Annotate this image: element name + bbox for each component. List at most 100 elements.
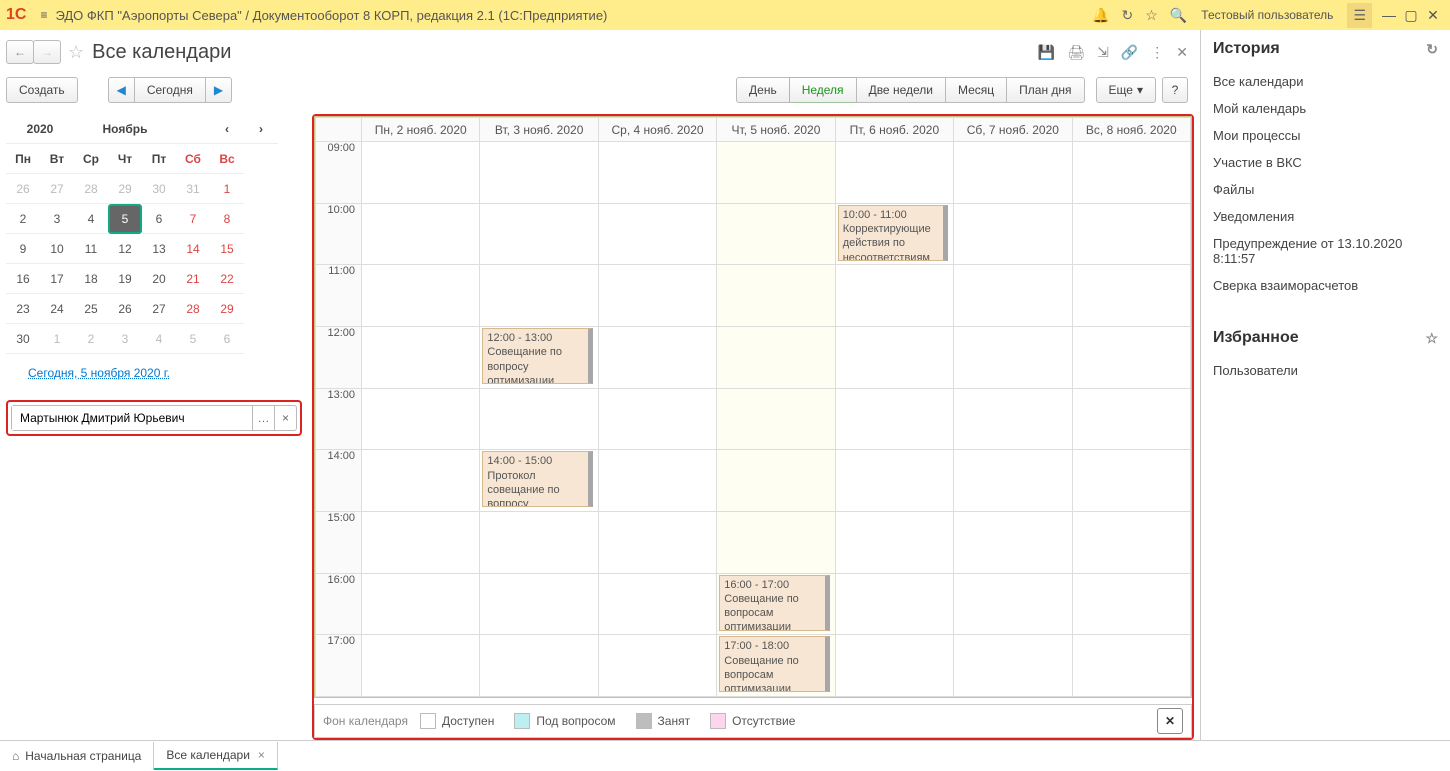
schedule-cell[interactable] — [362, 511, 480, 573]
mini-day[interactable]: 10 — [40, 234, 74, 264]
user-input[interactable] — [12, 406, 252, 430]
schedule-cell[interactable] — [362, 203, 480, 265]
schedule-cell[interactable] — [717, 511, 835, 573]
schedule-cell[interactable] — [598, 388, 716, 450]
schedule-cell[interactable] — [598, 450, 716, 512]
tab-home[interactable]: ⌂Начальная страница — [0, 742, 154, 770]
schedule-cell[interactable] — [835, 388, 953, 450]
mini-day[interactable]: 18 — [74, 264, 108, 294]
schedule-cell[interactable] — [717, 326, 835, 388]
mini-day[interactable]: 26 — [6, 174, 40, 204]
mini-day[interactable]: 29 — [108, 174, 142, 204]
schedule-cell[interactable] — [835, 142, 953, 204]
schedule-cell[interactable] — [480, 511, 598, 573]
mini-day[interactable]: 2 — [6, 204, 40, 234]
history-icon[interactable]: ↻ — [1122, 7, 1134, 24]
schedule-cell[interactable] — [954, 573, 1072, 635]
mini-day[interactable]: 28 — [74, 174, 108, 204]
mini-day[interactable]: 30 — [142, 174, 176, 204]
menu-icon[interactable]: ≡ — [40, 8, 47, 22]
history-item[interactable]: Участие в ВКС — [1213, 149, 1438, 176]
schedule-cell[interactable] — [480, 203, 598, 265]
month-selector[interactable]: Ноябрь — [74, 114, 176, 144]
mini-day[interactable]: 12 — [108, 234, 142, 264]
schedule-cell[interactable] — [1072, 203, 1190, 265]
schedule-cell[interactable] — [835, 511, 953, 573]
history-item[interactable]: Сверка взаиморасчетов — [1213, 272, 1438, 299]
calendar-event[interactable]: 10:00 - 11:00 Корректирующие действия по… — [838, 205, 948, 261]
year-selector[interactable]: 2020 — [6, 114, 74, 144]
schedule-cell[interactable] — [480, 635, 598, 697]
schedule-cell[interactable] — [362, 573, 480, 635]
day-header[interactable]: Вс, 8 нояб. 2020 — [1072, 118, 1190, 142]
link-icon[interactable]: 🔗 — [1121, 44, 1138, 61]
schedule-cell[interactable] — [835, 326, 953, 388]
view-two-weeks-button[interactable]: Две недели — [856, 77, 946, 103]
mini-day[interactable]: 14 — [176, 234, 210, 264]
mini-day[interactable]: 17 — [40, 264, 74, 294]
view-day-plan-button[interactable]: План дня — [1006, 77, 1084, 103]
schedule-cell[interactable]: 17:00 - 18:00 Совещание по вопросам опти… — [717, 635, 835, 697]
schedule-cell[interactable] — [362, 635, 480, 697]
schedule-cell[interactable] — [1072, 635, 1190, 697]
save-icon[interactable]: 💾 — [1038, 44, 1055, 61]
mini-day[interactable]: 5 — [176, 324, 210, 354]
panel-toggle-icon[interactable]: ☰ — [1347, 3, 1372, 28]
today-button[interactable]: Сегодня — [134, 77, 206, 103]
mini-day[interactable]: 15 — [210, 234, 244, 264]
day-header[interactable]: Пн, 2 нояб. 2020 — [362, 118, 480, 142]
mini-day[interactable]: 13 — [142, 234, 176, 264]
schedule-cell[interactable] — [835, 265, 953, 327]
schedule-cell[interactable] — [1072, 450, 1190, 512]
mini-day[interactable]: 3 — [108, 324, 142, 354]
schedule-cell[interactable] — [480, 265, 598, 327]
next-month-button[interactable]: › — [244, 114, 278, 144]
legend-close-button[interactable]: ✕ — [1157, 708, 1183, 734]
mini-day[interactable]: 8 — [210, 204, 244, 234]
schedule-cell[interactable] — [835, 450, 953, 512]
schedule-cell[interactable]: 16:00 - 17:00 Совещание по вопросам опти… — [717, 573, 835, 635]
mini-day[interactable]: 19 — [108, 264, 142, 294]
schedule-cell[interactable] — [954, 635, 1072, 697]
history-item[interactable]: Предупреждение от 13.10.2020 8:11:57 — [1213, 230, 1438, 272]
schedule-cell[interactable]: 12:00 - 13:00 Совещание по вопросу оптим… — [480, 326, 598, 388]
schedule-cell[interactable] — [362, 265, 480, 327]
prev-period-button[interactable]: ◀ — [108, 77, 135, 103]
mini-day[interactable]: 2 — [74, 324, 108, 354]
mini-day[interactable]: 4 — [74, 204, 108, 234]
mini-day[interactable]: 3 — [40, 204, 74, 234]
favorite-item[interactable]: Пользователи — [1213, 357, 1438, 384]
schedule-cell[interactable] — [362, 326, 480, 388]
schedule-cell[interactable]: 10:00 - 11:00 Корректирующие действия по… — [835, 203, 953, 265]
mini-day[interactable]: 21 — [176, 264, 210, 294]
prev-month-button[interactable]: ‹ — [210, 114, 244, 144]
schedule-cell[interactable] — [598, 511, 716, 573]
mini-day[interactable]: 30 — [6, 324, 40, 354]
mini-day[interactable]: 11 — [74, 234, 108, 264]
schedule-cell[interactable]: 14:00 - 15:00 Протокол совещание по вопр… — [480, 450, 598, 512]
schedule-cell[interactable] — [717, 142, 835, 204]
schedule-cell[interactable] — [362, 142, 480, 204]
mini-day[interactable]: 7 — [176, 204, 210, 234]
calendar-event[interactable]: 17:00 - 18:00 Совещание по вопросам опти… — [719, 636, 829, 692]
history-item[interactable]: Мой календарь — [1213, 95, 1438, 122]
mini-day[interactable]: 1 — [210, 174, 244, 204]
schedule-cell[interactable] — [480, 388, 598, 450]
more-icon[interactable]: ⋮ — [1150, 44, 1164, 61]
history-item[interactable]: Все календари — [1213, 68, 1438, 95]
mini-day[interactable]: 6 — [210, 324, 244, 354]
nav-back-button[interactable]: ← — [6, 40, 34, 64]
history-clock-icon[interactable]: ↻ — [1426, 41, 1438, 58]
create-button[interactable]: Создать — [6, 77, 78, 103]
user-select-button[interactable]: … — [252, 406, 274, 430]
close-window-button[interactable]: ✕ — [1422, 7, 1444, 24]
schedule-cell[interactable] — [954, 203, 1072, 265]
schedule-cell[interactable] — [954, 388, 1072, 450]
help-button[interactable]: ? — [1162, 77, 1188, 103]
mini-day[interactable]: 27 — [40, 174, 74, 204]
schedule-grid[interactable]: Пн, 2 нояб. 2020Вт, 3 нояб. 2020Ср, 4 но… — [315, 117, 1191, 697]
mini-day[interactable]: 28 — [176, 294, 210, 324]
mini-day[interactable]: 1 — [40, 324, 74, 354]
mini-day[interactable]: 26 — [108, 294, 142, 324]
day-header[interactable]: Вт, 3 нояб. 2020 — [480, 118, 598, 142]
